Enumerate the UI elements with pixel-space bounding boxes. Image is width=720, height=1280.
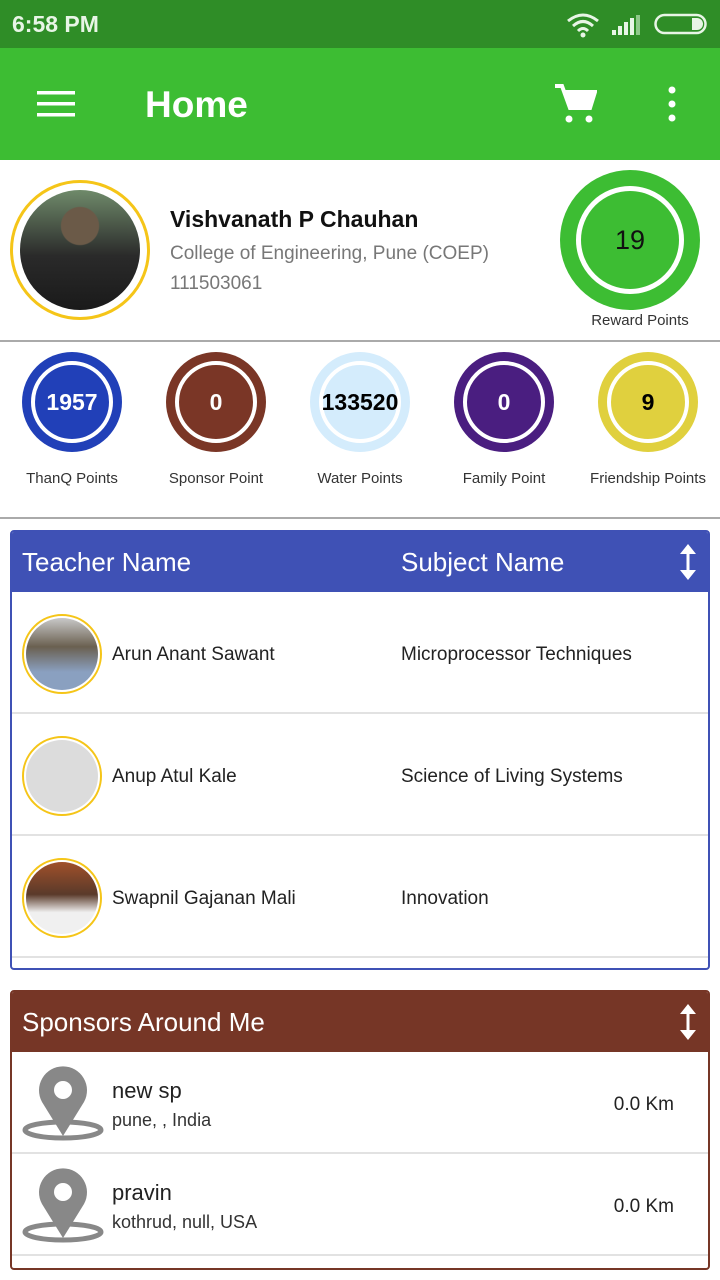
points-value: 133520 [319,361,401,443]
teacher-avatar [22,858,102,938]
profile-avatar[interactable] [10,180,150,320]
points-label: Sponsor Point [168,470,264,487]
location-pin-icon [22,1066,104,1141]
points-friendship[interactable]: 9 Friendship Points [576,352,720,502]
teacher-name: Swapnil Gajanan Mali [112,888,296,909]
menu-icon[interactable] [37,90,75,118]
divider [0,340,720,342]
points-label: Friendship Points [590,470,706,487]
reward-points-value: 19 [576,186,684,294]
points-label: Water Points [317,470,403,487]
sponsor-name: new sp [112,1078,182,1103]
points-value: 0 [175,361,257,443]
sponsor-distance: 0.0 Km [613,1094,674,1115]
expand-collapse-icon[interactable] [678,542,698,582]
divider [0,517,720,519]
profile-id: 111503061 [170,273,263,294]
points-value: 9 [607,361,689,443]
profile-college: College of Engineering, Pune (COEP) [170,243,489,264]
sponsor-name: pravin [112,1180,172,1205]
sponsor-address: pune, , India [112,1110,212,1130]
page-title: Home [145,84,248,125]
profile-name: Vishvanath P Chauhan [170,206,419,232]
points-sponsor[interactable]: 0 Sponsor Point [144,352,288,502]
sponsor-row[interactable]: pravin kothrud, null, USA 0.0 Km [12,1154,708,1256]
more-vert-icon[interactable] [666,86,678,122]
points-label: Family Point [462,470,546,487]
teacher-photo [26,618,98,690]
teacher-photo [26,740,98,812]
points-water[interactable]: 133520 Water Points [288,352,432,502]
sponsor-row[interactable]: new sp pune, , India 0.0 Km [12,1052,708,1154]
reward-points-badge[interactable]: 19 [560,170,700,310]
teacher-card-header: Teacher Name Subject Name [12,532,708,592]
sponsors-card: Sponsors Around Me new sp pune, , India … [10,990,710,1270]
reward-points-label: Reward Points [591,312,689,329]
teacher-card: Teacher Name Subject Name Arun Anant Saw… [10,530,710,970]
cart-icon[interactable] [553,82,597,126]
teacher-name-header: Teacher Name [22,547,192,577]
teacher-avatar [22,614,102,694]
location-pin-icon [22,1168,104,1243]
teacher-subject: Science of Living Systems [401,766,623,787]
app-toolbar: Home [0,48,720,160]
status-time: 6:58 PM [12,11,99,37]
teacher-photo [26,862,98,934]
sponsors-card-header: Sponsors Around Me [12,992,708,1052]
teacher-avatar [22,736,102,816]
expand-collapse-icon[interactable] [678,1002,698,1042]
signal-icon [612,15,640,35]
teacher-subject: Innovation [401,888,489,909]
sponsors-header-title: Sponsors Around Me [22,1007,265,1037]
battery-icon [654,13,707,35]
points-thanq[interactable]: 1957 ThanQ Points [0,352,144,502]
teacher-row[interactable]: Swapnil Gajanan Mali Innovation [12,836,708,958]
teacher-name: Anup Atul Kale [112,766,237,787]
points-family[interactable]: 0 Family Point [432,352,576,502]
points-value: 0 [463,361,545,443]
profile-photo [20,190,140,310]
teacher-subject: Microprocessor Techniques [401,644,632,665]
points-label: ThanQ Points [26,470,118,487]
teacher-row[interactable]: Anup Atul Kale Science of Living Systems [12,714,708,836]
wifi-icon [567,13,599,38]
teacher-row[interactable]: Arun Anant Sawant Microprocessor Techniq… [12,592,708,714]
sponsor-distance: 0.0 Km [613,1196,674,1217]
sponsor-address: kothrud, null, USA [112,1212,258,1232]
status-bar: 6:58 PM [0,0,720,48]
points-value: 1957 [31,361,113,443]
teacher-name: Arun Anant Sawant [112,644,275,665]
subject-name-header: Subject Name [401,547,565,577]
